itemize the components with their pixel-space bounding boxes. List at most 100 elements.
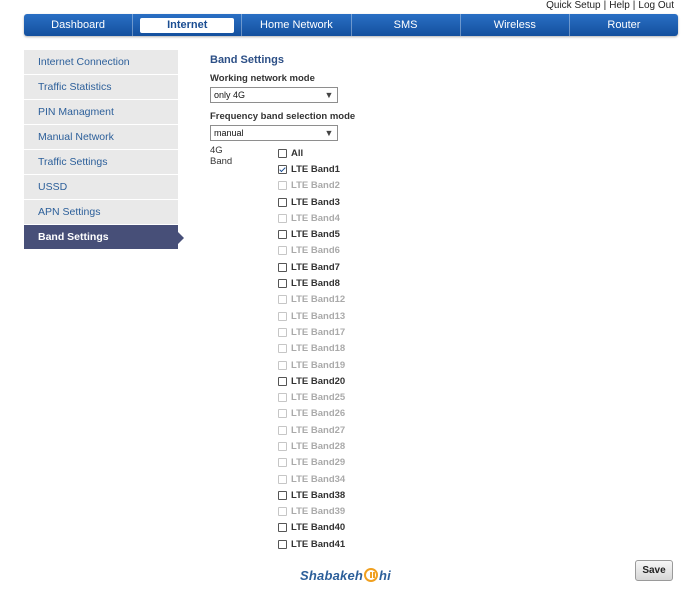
band-item[interactable]: LTE Band40 (278, 520, 398, 536)
band-item-label: LTE Band17 (291, 326, 346, 338)
network-mode-value: only 4G (214, 90, 246, 100)
band-item[interactable]: LTE Band5 (278, 226, 398, 242)
band-item[interactable]: LTE Band3 (278, 194, 398, 210)
nav-label: Wireless (493, 19, 536, 31)
band-item: LTE Band17 (278, 324, 398, 340)
sidebar-item-band-settings[interactable]: Band Settings (24, 225, 184, 250)
band-item-label: LTE Band13 (291, 310, 346, 322)
nav-label: SMS (393, 19, 418, 31)
band-item-label: LTE Band3 (291, 196, 340, 208)
checkbox[interactable] (278, 539, 287, 549)
sidebar-item-apn-settings[interactable]: APN Settings (24, 200, 178, 225)
band-item-label: LTE Band2 (291, 180, 340, 192)
band-item-label: LTE Band1 (291, 163, 340, 175)
band-item-label: LTE Band39 (291, 506, 346, 518)
page-title: Band Settings (210, 54, 284, 66)
sidebar-item-pin-management[interactable]: PIN Managment (24, 100, 178, 125)
nav-router[interactable]: Router (570, 14, 678, 36)
nav-label: Home Network (260, 19, 333, 31)
band-item-label: LTE Band8 (291, 278, 340, 290)
checkbox (278, 213, 287, 223)
checkbox (278, 246, 287, 256)
checkbox (278, 458, 287, 468)
band-item[interactable]: All (278, 145, 398, 161)
band-item-label: LTE Band5 (291, 229, 340, 241)
checkbox-checked[interactable] (278, 164, 287, 174)
signal-circle-icon (364, 568, 379, 582)
separator: | (632, 0, 636, 11)
band-item: LTE Band39 (278, 504, 398, 520)
freq-mode-label: Frequency band selection mode (210, 111, 356, 122)
checkbox[interactable] (278, 230, 287, 240)
freq-mode-select[interactable]: manual ▼ (210, 125, 338, 141)
checkbox[interactable] (278, 197, 287, 207)
band-item: LTE Band6 (278, 243, 398, 259)
band-item[interactable]: LTE Band20 (278, 373, 398, 389)
checkbox (278, 181, 287, 191)
checkbox (278, 425, 287, 435)
nav-wireless[interactable]: Wireless (461, 14, 570, 36)
nav-sms[interactable]: SMS (352, 14, 461, 36)
band-item-label: LTE Band6 (291, 245, 340, 257)
band-item-label: LTE Band41 (291, 538, 346, 550)
band-item[interactable]: LTE Band38 (278, 487, 398, 503)
checkbox[interactable] (278, 148, 287, 158)
main-nav: Dashboard Internet Home Network SMS Wire… (24, 14, 678, 36)
band-label: 4G Band (210, 145, 233, 167)
band-item[interactable]: LTE Band41 (278, 536, 398, 552)
separator: | (603, 0, 607, 11)
top-links: Quick Setup | Help | Log Out (546, 0, 674, 12)
checkbox (278, 393, 287, 403)
checkbox[interactable] (278, 376, 287, 386)
freq-mode-value: manual (214, 128, 244, 138)
checkbox[interactable] (278, 523, 287, 533)
help-link[interactable]: Help (609, 0, 630, 11)
band-item[interactable]: LTE Band8 (278, 275, 398, 291)
band-item-label: LTE Band12 (291, 294, 346, 306)
checkbox[interactable] (278, 279, 287, 289)
band-item: LTE Band18 (278, 341, 398, 357)
nav-home-network[interactable]: Home Network (242, 14, 352, 36)
checkbox (278, 474, 287, 484)
save-button[interactable]: Save (635, 560, 673, 581)
nav-label: Router (607, 19, 641, 31)
logout-link[interactable]: Log Out (638, 0, 674, 11)
nav-internet[interactable]: Internet (133, 14, 243, 36)
band-item-label: LTE Band28 (291, 440, 346, 452)
checkbox (278, 311, 287, 321)
sidebar-item-ussd[interactable]: USSD (24, 175, 178, 200)
band-item: LTE Band28 (278, 438, 398, 454)
network-mode-select[interactable]: only 4G ▼ (210, 87, 338, 103)
checkbox (278, 360, 287, 370)
band-item-label: LTE Band20 (291, 375, 346, 387)
nav-label: Dashboard (51, 19, 105, 31)
band-item-label: LTE Band18 (291, 343, 346, 355)
checkbox[interactable] (278, 262, 287, 272)
band-item: LTE Band12 (278, 292, 398, 308)
band-item: LTE Band13 (278, 308, 398, 324)
band-item[interactable]: LTE Band7 (278, 259, 398, 275)
band-item-label: LTE Band26 (291, 408, 346, 420)
nav-label: Internet (140, 18, 235, 33)
band-item: LTE Band27 (278, 422, 398, 438)
sidebar-item-manual-network[interactable]: Manual Network (24, 125, 178, 150)
checkbox[interactable] (278, 490, 287, 500)
band-item-label: LTE Band25 (291, 392, 346, 404)
band-item-label: LTE Band4 (291, 212, 340, 224)
nav-dashboard[interactable]: Dashboard (24, 14, 134, 36)
band-item: LTE Band2 (278, 178, 398, 194)
sidebar-item-internet-connection[interactable]: Internet Connection (24, 50, 178, 75)
band-item-label: LTE Band34 (291, 473, 346, 485)
sidebar-item-traffic-statistics[interactable]: Traffic Statistics (24, 75, 178, 100)
checkbox (278, 295, 287, 305)
band-item[interactable]: LTE Band1 (278, 161, 398, 177)
logo-text: Shabakeh (300, 568, 364, 583)
band-item: LTE Band34 (278, 471, 398, 487)
sidebar: Internet Connection Traffic Statistics P… (24, 50, 184, 250)
sidebar-item-traffic-settings[interactable]: Traffic Settings (24, 150, 178, 175)
checkbox (278, 409, 287, 419)
band-item: LTE Band26 (278, 406, 398, 422)
chevron-down-icon: ▼ (324, 128, 334, 138)
band-item-label: LTE Band38 (291, 489, 346, 501)
quick-setup-link[interactable]: Quick Setup (546, 0, 600, 11)
